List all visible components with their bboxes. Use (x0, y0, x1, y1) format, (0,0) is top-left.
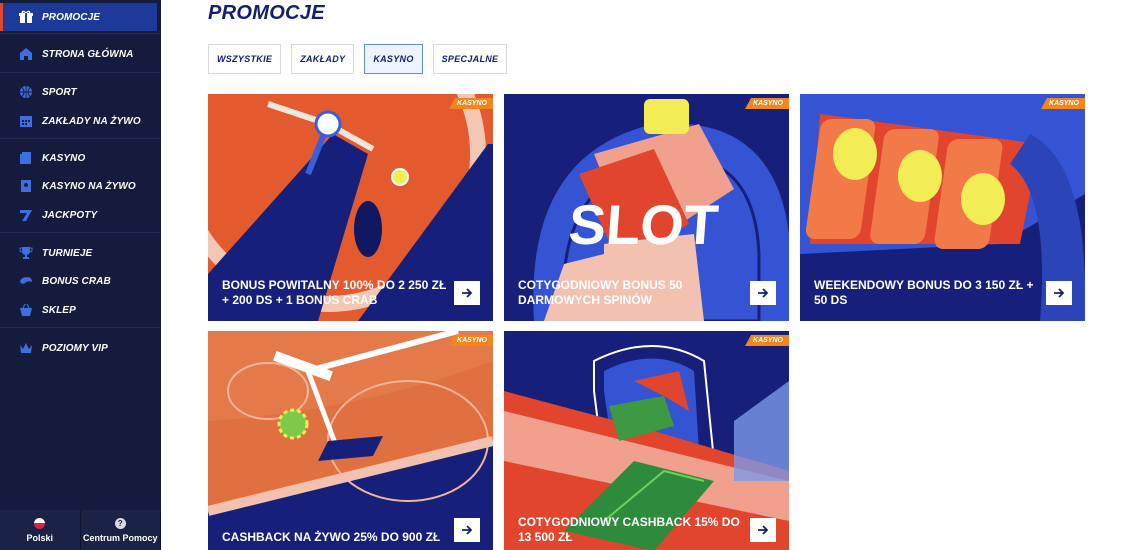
sidebar-item-label: PROMOCJE (42, 11, 101, 23)
live-calendar-icon (18, 113, 34, 129)
arrow-right-icon[interactable] (750, 281, 776, 305)
language-label: Polski (26, 532, 53, 543)
sidebar-item-label: POZIOMY VIP (42, 342, 108, 354)
basket-icon (18, 302, 34, 318)
trophy-icon (18, 245, 34, 261)
sidebar-item-label: SKLEP (42, 304, 76, 316)
promo-card-title: CASHBACK NA ŻYWO 25% DO 900 ZŁ (222, 530, 441, 544)
sidebar-item-label: STRONA GŁÓWNA (42, 48, 134, 60)
sidebar-item-promocje[interactable]: PROMOCJE (0, 3, 157, 31)
crown-icon (18, 340, 34, 356)
sidebar-item-zaklady-na-zywo[interactable]: ZAKŁADY NA ŻYWO (0, 107, 161, 135)
promo-card-title: BONUS POWITALNY 100% DO 2 250 ZŁ + 200 D… (222, 278, 447, 307)
sidebar-item-kasyno[interactable]: KASYNO (0, 144, 161, 172)
category-badge: KASYNO (1041, 98, 1085, 109)
basketball-icon (18, 84, 34, 100)
help-center-label: Centrum Pomocy (82, 532, 158, 543)
sidebar-item-kasyno-na-zywo[interactable]: KASYNO NA ŻYWO (0, 172, 161, 200)
help-center-button[interactable]: ? Centrum Pomocy (80, 510, 161, 550)
arrow-right-icon[interactable] (454, 518, 480, 542)
tab-zaklady[interactable]: ZAKŁADY (291, 44, 355, 74)
category-badge: KASYNO (745, 98, 789, 109)
promo-card-title: COTYGODNIOWY CASHBACK 15% DO 13 500 ZŁ (518, 515, 740, 544)
page-title: PROMOCJE (208, 2, 325, 24)
sidebar-item-bonus-crab[interactable]: BONUS CRAB (0, 267, 161, 295)
promo-card-title: COTYGODNIOWY BONUS 50 DARMOWYCH SPINÓW (518, 278, 683, 307)
sidebar-item-sport[interactable]: SPORT (0, 78, 161, 106)
sidebar-divider (0, 33, 161, 34)
gift-icon (18, 9, 34, 25)
category-badge: KASYNO (745, 335, 789, 346)
tab-wszystkie[interactable]: WSZYSTKIE (208, 44, 282, 74)
sidebar-item-strona-glowna[interactable]: STRONA GŁÓWNA (0, 40, 161, 68)
sidebar-item-label: TURNIEJE (42, 247, 93, 259)
question-icon: ? (114, 517, 126, 529)
casino-table-illustration (208, 331, 493, 550)
poland-flag-icon (34, 517, 46, 529)
sidebar-divider (0, 232, 161, 233)
sidebar-divider (0, 72, 161, 73)
sidebar-item-label: ZAKŁADY NA ŻYWO (42, 115, 141, 127)
sidebar-item-label: KASYNO (42, 152, 86, 164)
category-badge: KASYNO (449, 335, 493, 346)
arrow-right-icon[interactable] (454, 281, 480, 305)
sidebar-item-label: JACKPOTY (42, 209, 98, 221)
sidebar-item-label: KASYNO NA ŻYWO (42, 180, 136, 192)
promo-card-live-cashback[interactable]: KASYNO CASHBACK NA ŻYWO 25% DO 900 ZŁ (208, 331, 493, 550)
tab-specjalne[interactable]: SPECJALNE (432, 44, 508, 74)
seven-icon (18, 207, 34, 223)
tab-kasyno[interactable]: KASYNO (364, 44, 423, 74)
category-badge: KASYNO (449, 98, 493, 109)
promo-filter-tabs: WSZYSTKIE ZAKŁADY KASYNO SPECJALNE (208, 44, 508, 74)
sidebar-item-turnieje[interactable]: TURNIEJE (0, 239, 161, 267)
sidebar: PROMOCJE STRONA GŁÓWNA SPORT ZAKŁADY NA … (0, 0, 161, 550)
sidebar-item-label: SPORT (42, 86, 77, 98)
promo-card-welcome-bonus[interactable]: KASYNO BONUS POWITALNY 100% DO 2 250 ZŁ … (208, 94, 493, 321)
crab-icon (18, 273, 34, 289)
arrow-right-icon[interactable] (750, 518, 776, 542)
sidebar-item-sklep[interactable]: SKLEP (0, 296, 161, 324)
live-cards-icon (18, 178, 34, 194)
promo-card-weekend-bonus[interactable]: KASYNO WEEKENDOWY BONUS DO 3 150 ZŁ + 50… (800, 94, 1085, 321)
language-button[interactable]: Polski (0, 510, 81, 550)
promo-card-weekly-cashback[interactable]: KASYNO COTYGODNIOWY CASHBACK 15% DO 13 5… (504, 331, 789, 550)
promo-card-title: WEEKENDOWY BONUS DO 3 150 ZŁ + 50 DS (814, 278, 1034, 307)
sidebar-footer: Polski ? Centrum Pomocy (0, 510, 161, 550)
home-icon (18, 46, 34, 62)
sidebar-divider (0, 327, 161, 328)
arrow-right-icon[interactable] (1046, 281, 1072, 305)
promo-card-weekly-spins[interactable]: SLOT KASYNO COTYGODNIOWY BONUS 50 DARMOW… (504, 94, 789, 321)
sidebar-item-label: BONUS CRAB (42, 275, 111, 287)
cards-icon (18, 150, 34, 166)
sidebar-item-poziomy-vip[interactable]: POZIOMY VIP (0, 334, 161, 362)
slot-art-text: SLOT (567, 193, 721, 256)
sidebar-item-jackpoty[interactable]: JACKPOTY (0, 201, 161, 229)
sidebar-divider (0, 138, 161, 139)
